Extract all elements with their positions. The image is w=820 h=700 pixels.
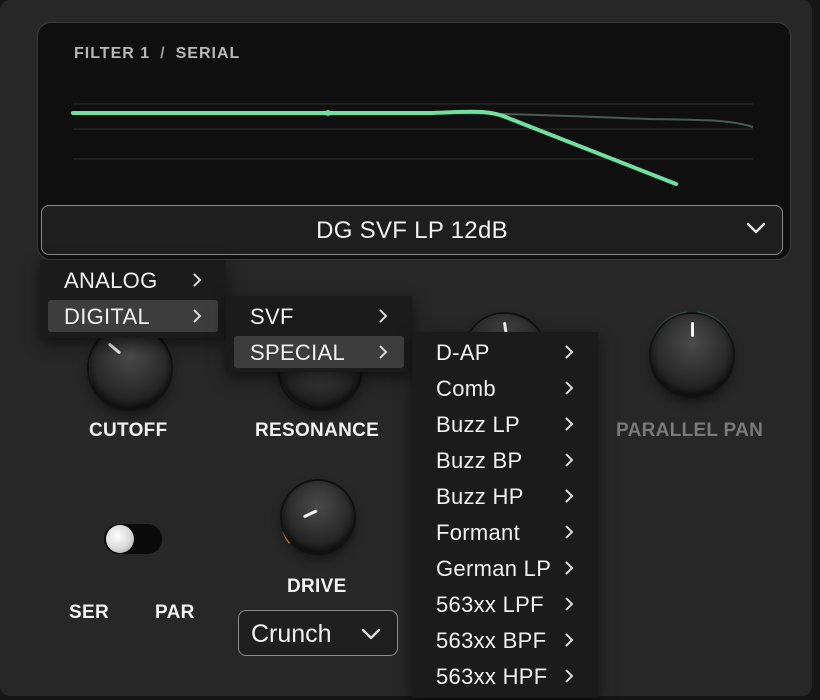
chevron-right-icon [379, 345, 388, 359]
parallel-pan-knob[interactable] [642, 305, 742, 405]
menu-item-label: Comb [436, 376, 496, 401]
menu-item-label: ANALOG [64, 268, 158, 293]
menu-item-svf[interactable]: SVF [234, 300, 404, 332]
digital-submenu: SVF SPECIAL [226, 296, 412, 372]
chevron-right-icon [565, 345, 574, 359]
ser-label: SER [69, 602, 109, 623]
menu-item-label: D-AP [436, 340, 490, 365]
chevron-right-icon [565, 381, 574, 395]
chevron-right-icon [379, 309, 388, 323]
menu-item-analog[interactable]: ANALOG [48, 264, 218, 296]
knob-indicator [691, 322, 694, 337]
drive-knob[interactable] [274, 473, 362, 561]
knob-indicator [107, 342, 122, 355]
chevron-right-icon [565, 561, 574, 575]
menu-item-label: German LP [436, 556, 552, 581]
menu-item-label: 563xx HPF [436, 664, 548, 689]
chevron-down-icon [746, 222, 766, 234]
toggle-thumb[interactable] [106, 525, 134, 553]
menu-item-special[interactable]: SPECIAL [234, 336, 404, 368]
menu-item-label: Buzz BP [436, 448, 523, 473]
menu-item-d-ap[interactable]: D-AP [420, 336, 590, 368]
par-label: PAR [155, 602, 195, 623]
cutoff-label: CUTOFF [89, 420, 168, 441]
filter-type-value: DG SVF LP 12dB [316, 217, 508, 244]
menu-item-buzz-hp[interactable]: Buzz HP [420, 480, 590, 512]
chevron-right-icon [565, 597, 574, 611]
menu-item-label: Buzz LP [436, 412, 521, 437]
menu-item-label: Buzz HP [436, 484, 524, 509]
chevron-right-icon [565, 453, 574, 467]
chevron-right-icon [565, 633, 574, 647]
secondary-response-curve [73, 112, 754, 128]
drive-label: DRIVE [287, 576, 347, 597]
drive-knob-body [282, 481, 354, 553]
parallel-pan-label: PARALLEL PAN [616, 420, 764, 441]
menu-item-comb[interactable]: Comb [420, 372, 590, 404]
chevron-right-icon [565, 525, 574, 539]
menu-item-563xx-bpf[interactable]: 563xx BPF [420, 624, 590, 656]
menu-item-buzz-lp[interactable]: Buzz LP [420, 408, 590, 440]
serial-parallel-toggle[interactable] [104, 524, 162, 554]
drive-mode-value: Crunch [251, 620, 332, 648]
resonance-label: RESONANCE [255, 420, 380, 441]
menu-item-label: SPECIAL [250, 340, 346, 365]
menu-item-digital[interactable]: DIGITAL [48, 300, 218, 332]
menu-item-563xx-hpf[interactable]: 563xx HPF [420, 660, 590, 692]
curve-node[interactable] [325, 110, 331, 116]
menu-item-label: 563xx BPF [436, 628, 547, 653]
menu-item-label: DIGITAL [64, 304, 151, 329]
menu-item-563xx-lpf[interactable]: 563xx LPF [420, 588, 590, 620]
menu-item-german-lp[interactable]: German LP [420, 552, 590, 584]
chevron-right-icon [565, 417, 574, 431]
chevron-right-icon [565, 489, 574, 503]
menu-item-label: Formant [436, 520, 521, 545]
chevron-down-icon [361, 628, 381, 640]
menu-item-label: SVF [250, 304, 294, 329]
response-curve [71, 109, 678, 186]
chevron-right-icon [193, 309, 202, 323]
menu-item-buzz-bp[interactable]: Buzz BP [420, 444, 590, 476]
parallel-pan-knob-body [651, 314, 733, 396]
special-submenu: D-AP Comb Buzz LP Buzz BP Buzz HP Forman… [412, 332, 598, 698]
menu-item-formant[interactable]: Formant [420, 516, 590, 548]
menu-item-label: 563xx LPF [436, 592, 544, 617]
filter-type-dropdown[interactable]: DG SVF LP 12dB [41, 205, 783, 255]
filter-category-menu: ANALOG DIGITAL [40, 260, 226, 338]
drive-mode-dropdown[interactable]: Crunch [238, 610, 398, 656]
chevron-right-icon [193, 273, 202, 287]
cutoff-knob-body [89, 327, 171, 409]
chevron-right-icon [565, 669, 574, 683]
knob-indicator [302, 509, 318, 519]
